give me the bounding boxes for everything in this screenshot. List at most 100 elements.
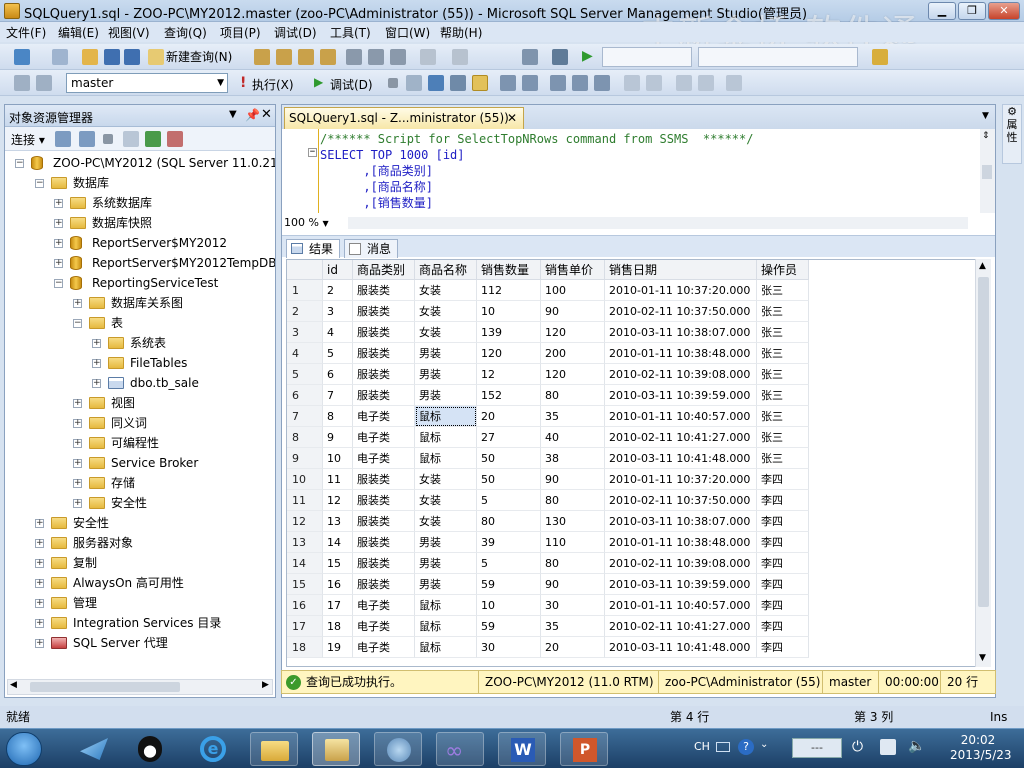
table-cell[interactable]: 7 [323,385,353,406]
table-cell[interactable]: 服装类 [353,364,415,385]
table-cell[interactable]: 18 [323,616,353,637]
menu-item[interactable]: 项目(P) [220,24,261,41]
solution-config-combo[interactable] [602,47,692,67]
expand-icon[interactable]: + [73,459,82,468]
table-cell[interactable]: 2010-01-11 10:40:57.000 [605,406,757,427]
table-cell[interactable]: 女装 [415,280,477,301]
table-cell[interactable]: 服装类 [353,532,415,553]
table-cell[interactable]: 鼠标 [415,427,477,448]
collapse-icon[interactable]: − [15,159,24,168]
table-cell[interactable]: 2010-03-11 10:38:07.000 [605,511,757,532]
tree-node[interactable]: + Integration Services 目录 [5,613,275,633]
table-cell[interactable]: 40 [541,427,605,448]
connect-icon[interactable] [14,75,30,91]
copy-icon[interactable] [368,49,384,65]
decrease-indent-icon[interactable] [676,75,692,91]
taskbar-explorer-icon[interactable] [250,732,298,766]
scroll-up-icon[interactable]: ▲ [979,261,986,271]
tree-node[interactable]: + 安全性 [5,513,275,533]
table-cell[interactable]: 男装 [415,364,477,385]
table-cell[interactable]: 38 [541,448,605,469]
tree-node[interactable]: + 复制 [5,553,275,573]
table-cell[interactable]: 90 [541,469,605,490]
cut-icon[interactable] [346,49,362,65]
table-cell[interactable]: 2010-02-11 10:37:50.000 [605,490,757,511]
tree-node[interactable]: + 可编程性 [5,433,275,453]
table-cell[interactable]: 李四 [757,553,809,574]
table-cell[interactable]: 张三 [757,301,809,322]
expand-icon[interactable]: + [35,619,44,628]
expand-icon[interactable]: + [73,439,82,448]
table-cell[interactable]: 80 [541,385,605,406]
new-query-button[interactable]: 新建查询(N) [146,48,236,66]
table-cell[interactable]: 服装类 [353,280,415,301]
new-file-icon[interactable] [14,49,30,65]
table-cell[interactable]: 10 [477,301,541,322]
expand-icon[interactable]: + [54,259,63,268]
tree-node[interactable]: − ReportingServiceTest [5,273,275,293]
expand-icon[interactable]: + [73,419,82,428]
row-number[interactable]: 12 [287,511,323,532]
table-cell[interactable]: 9 [323,427,353,448]
tree-node[interactable]: + 管理 [5,593,275,613]
taskbar-ssms-icon[interactable] [312,732,360,766]
table-cell[interactable]: 李四 [757,616,809,637]
table-cell[interactable]: 12 [477,364,541,385]
menu-item[interactable]: 编辑(E) [58,24,99,41]
add-item-icon[interactable] [52,49,68,65]
tree-node[interactable]: + AlwaysOn 高可用性 [5,573,275,593]
table-cell[interactable]: 10 [323,448,353,469]
table-cell[interactable]: 张三 [757,427,809,448]
table-cell[interactable]: 80 [477,511,541,532]
pane-menu-icon[interactable]: ▼ [229,109,237,120]
results-to-grid-icon[interactable] [472,75,488,91]
table-cell[interactable]: 张三 [757,343,809,364]
row-number[interactable]: 18 [287,637,323,658]
table-cell[interactable]: 2010-02-11 10:39:08.000 [605,553,757,574]
redo-icon[interactable] [452,49,468,65]
expand-icon[interactable]: + [92,359,101,368]
table-cell[interactable]: 80 [541,553,605,574]
table-cell[interactable]: 20 [541,637,605,658]
table-cell[interactable]: 10 [477,595,541,616]
column-header[interactable]: 销售日期 [605,260,757,280]
tree-node[interactable]: + 数据库关系图 [5,293,275,313]
scroll-thumb[interactable] [978,277,989,607]
table-cell[interactable]: 服装类 [353,490,415,511]
taskbar-app-bird-icon[interactable] [70,732,118,766]
table-cell[interactable]: 2010-03-11 10:39:59.000 [605,574,757,595]
scroll-left-icon[interactable]: ◀ [10,680,17,690]
properties-dock-tab[interactable]: ⚙ 属性 [1002,104,1022,164]
table-cell[interactable]: 李四 [757,469,809,490]
tree-node[interactable]: + FileTables [5,353,275,373]
table-cell[interactable]: 李四 [757,574,809,595]
table-cell[interactable]: 服装类 [353,511,415,532]
paste-icon[interactable] [390,49,406,65]
table-cell[interactable]: 李四 [757,595,809,616]
table-cell[interactable]: 鼠标 [415,637,477,658]
taskbar-ie-icon[interactable]: e [188,732,236,766]
table-cell[interactable]: 服装类 [353,553,415,574]
row-number[interactable]: 2 [287,301,323,322]
menu-item[interactable]: 帮助(H) [440,24,482,41]
analysis-query-icon[interactable] [276,49,292,65]
menu-item[interactable]: 窗口(W) [385,24,430,41]
tree-node[interactable]: + 系统表 [5,333,275,353]
expand-icon[interactable]: + [35,519,44,528]
debug-button[interactable]: 调试(D) [330,76,373,93]
table-cell[interactable]: 3 [323,301,353,322]
disconnect-icon[interactable] [79,131,95,147]
collapse-icon[interactable]: − [308,148,317,157]
tree-node[interactable]: + SQL Server 代理 [5,633,275,653]
row-number[interactable]: 10 [287,469,323,490]
table-cell[interactable]: 服装类 [353,322,415,343]
table-cell[interactable]: 张三 [757,448,809,469]
tree-node[interactable]: − 数据库 [5,173,275,193]
query-designer-icon[interactable] [450,75,466,91]
table-cell[interactable]: 男装 [415,574,477,595]
table-cell[interactable]: 鼠标 [415,448,477,469]
xmla-query-icon[interactable] [320,49,336,65]
table-cell[interactable]: 139 [477,322,541,343]
close-pane-icon[interactable]: ✕ [261,107,272,122]
table-cell[interactable]: 服装类 [353,385,415,406]
